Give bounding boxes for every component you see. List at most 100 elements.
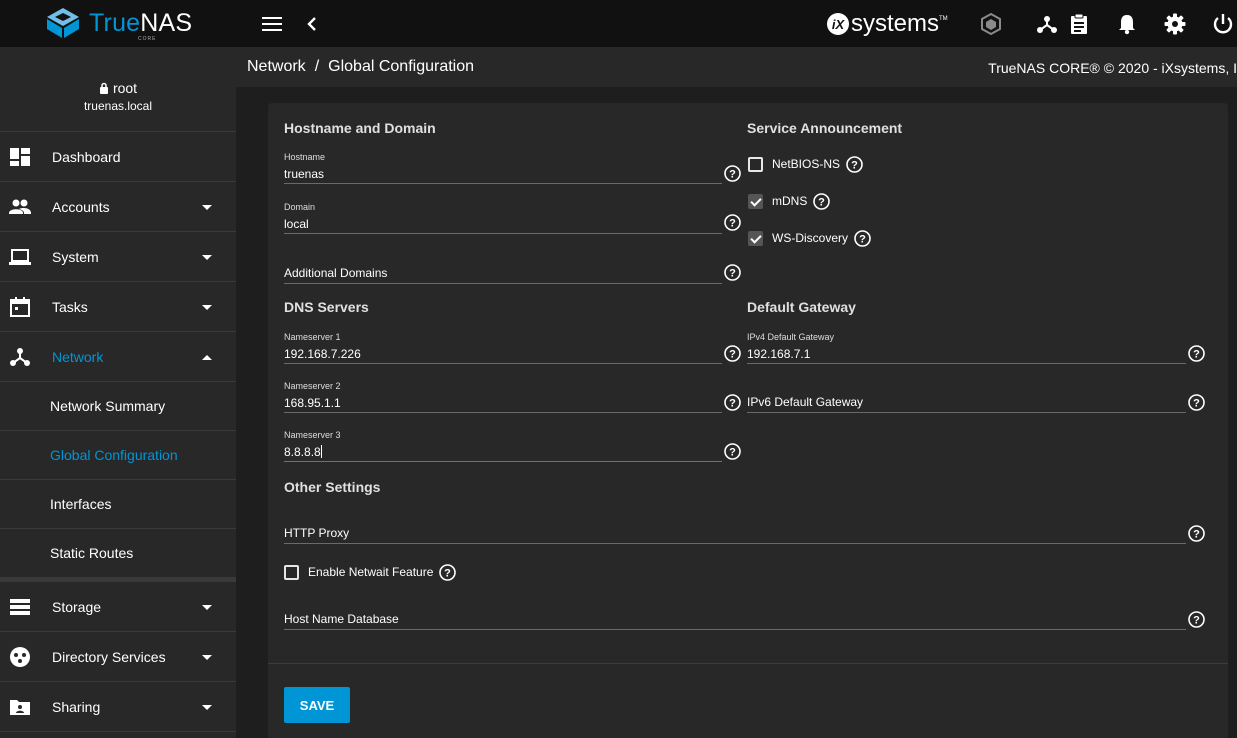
sidebar-item-storage[interactable]: Storage — [0, 582, 236, 632]
mdns-checkbox[interactable]: mDNS ? — [748, 192, 831, 210]
help-icon[interactable]: ? — [846, 155, 863, 173]
lock-icon — [99, 82, 108, 94]
sidebar-item-system[interactable]: System — [0, 232, 236, 282]
section-title-service-announcement: Service Announcement — [747, 120, 903, 136]
system-icon — [9, 249, 31, 265]
sidebar-item-tasks[interactable]: Tasks — [0, 282, 236, 332]
save-button[interactable]: SAVE — [284, 687, 350, 723]
svg-text:?: ? — [818, 196, 825, 208]
nameserver-2-field[interactable]: Nameserver 2 168.95.1.1 — [284, 381, 722, 413]
help-icon[interactable]: ? — [854, 229, 871, 247]
text-cursor — [320, 445, 322, 458]
help-icon[interactable]: ? — [1188, 525, 1205, 542]
help-icon[interactable]: ? — [724, 443, 741, 460]
sidebar-item-sharing[interactable]: Sharing — [0, 682, 236, 732]
chevron-down-icon — [202, 605, 212, 610]
host-name-database-field[interactable]: Host Name Database — [284, 598, 1186, 630]
hostname-display: truenas.local — [83, 99, 153, 113]
breadcrumb-network[interactable]: Network — [247, 58, 306, 75]
user-info: root truenas.local — [0, 47, 236, 132]
chevron-down-icon — [202, 655, 212, 660]
brand-edition: CORE — [138, 35, 157, 42]
svg-text:?: ? — [1193, 615, 1200, 627]
storage-icon — [10, 599, 30, 615]
menu-icon[interactable] — [260, 12, 284, 36]
truenas-logo-icon — [47, 8, 79, 38]
sidebar-item-label: Dashboard — [52, 148, 121, 165]
additional-domains-field[interactable]: Additional Domains — [284, 252, 722, 284]
help-icon[interactable]: ? — [1188, 611, 1205, 628]
sidebar-item-directory-services[interactable]: Directory Services — [0, 632, 236, 682]
settings-icon[interactable] — [1163, 12, 1187, 36]
chevron-down-icon — [202, 205, 212, 210]
username: root — [112, 80, 138, 96]
section-title-default-gateway: Default Gateway — [747, 299, 856, 315]
svg-text:?: ? — [729, 398, 736, 410]
network-status-icon[interactable] — [1035, 12, 1059, 36]
svg-text:?: ? — [729, 169, 736, 181]
truenas-logo[interactable]: TrueNAS CORE — [45, 6, 193, 42]
checkbox-box[interactable] — [748, 156, 763, 172]
section-title-other-settings: Other Settings — [284, 479, 381, 495]
sidebar: root truenas.local Dashboard Accounts Sy… — [0, 47, 236, 738]
task-manager-icon[interactable] — [1067, 12, 1091, 36]
chevron-down-icon — [202, 705, 212, 710]
help-icon[interactable]: ? — [1188, 345, 1205, 362]
checkbox-box[interactable] — [748, 230, 763, 246]
truecommand-icon[interactable] — [979, 12, 1003, 36]
help-icon[interactable]: ? — [439, 563, 457, 581]
breadcrumb-separator: / — [314, 58, 320, 75]
sidebar-subitem-static-routes[interactable]: Static Routes — [0, 529, 236, 578]
notifications-icon[interactable] — [1115, 12, 1139, 36]
svg-text:?: ? — [851, 159, 858, 171]
hostname-field[interactable]: Hostname truenas — [284, 152, 722, 184]
checkbox-box[interactable] — [748, 193, 763, 209]
brand-name: TrueNAS — [89, 8, 193, 37]
help-icon[interactable]: ? — [724, 345, 741, 362]
power-icon[interactable] — [1211, 12, 1235, 36]
help-icon[interactable]: ? — [724, 264, 741, 281]
sidebar-item-label: System — [52, 248, 99, 265]
nameserver-3-field[interactable]: Nameserver 3 8.8.8.8 — [284, 430, 722, 462]
netwait-checkbox[interactable]: Enable Netwait Feature ? — [284, 563, 457, 581]
back-chevron-icon[interactable] — [300, 12, 324, 36]
sidebar-subitem-global-configuration[interactable]: Global Configuration — [0, 431, 236, 480]
sidebar-item-label: Network — [52, 348, 104, 365]
checkbox-box[interactable] — [284, 564, 299, 580]
chevron-up-icon — [202, 355, 212, 360]
sidebar-item-label: Sharing — [52, 698, 101, 715]
svg-text:?: ? — [729, 447, 736, 459]
sharing-icon — [10, 700, 30, 715]
global-configuration-form: Hostname and Domain Hostname truenas ? D… — [268, 103, 1228, 738]
ws-discovery-checkbox[interactable]: WS-Discovery ? — [748, 229, 871, 247]
help-icon[interactable]: ? — [724, 165, 741, 182]
help-icon[interactable]: ? — [1188, 394, 1205, 411]
domain-field[interactable]: Domain local — [284, 202, 722, 234]
directory-services-icon — [10, 647, 30, 667]
sidebar-item-accounts[interactable]: Accounts — [0, 182, 236, 232]
network-icon — [10, 348, 30, 366]
sidebar-item-label: Accounts — [52, 198, 110, 215]
sidebar-item-dashboard[interactable]: Dashboard — [0, 132, 236, 182]
help-icon[interactable]: ? — [813, 192, 831, 210]
svg-text:?: ? — [1193, 349, 1200, 361]
sidebar-item-label: Directory Services — [52, 648, 166, 665]
http-proxy-field[interactable]: HTTP Proxy — [284, 512, 1186, 544]
dashboard-icon — [10, 148, 30, 166]
ixsystems-logo: iX systems TM — [827, 10, 948, 38]
help-icon[interactable]: ? — [724, 394, 741, 411]
ipv4-default-gateway-field[interactable]: IPv4 Default Gateway 192.168.7.1 — [747, 332, 1186, 364]
nameserver-1-field[interactable]: Nameserver 1 192.168.7.226 — [284, 332, 722, 364]
breadcrumb: Network / Global Configuration TrueNAS COR… — [236, 47, 1237, 87]
sidebar-item-label: Storage — [52, 598, 102, 615]
sidebar-item-network[interactable]: Network — [0, 332, 236, 382]
help-icon[interactable]: ? — [724, 214, 741, 231]
netbios-ns-checkbox[interactable]: NetBIOS-NS ? — [748, 155, 863, 173]
svg-text:?: ? — [729, 218, 736, 230]
sidebar-subitem-interfaces[interactable]: Interfaces — [0, 480, 236, 529]
svg-text:?: ? — [1193, 398, 1200, 410]
sidebar-subitem-network-summary[interactable]: Network Summary — [0, 382, 236, 431]
section-title-hostname-domain: Hostname and Domain — [284, 120, 436, 136]
breadcrumb-current: Global Configuration — [328, 58, 475, 75]
ipv6-default-gateway-field[interactable]: IPv6 Default Gateway — [747, 381, 1186, 413]
